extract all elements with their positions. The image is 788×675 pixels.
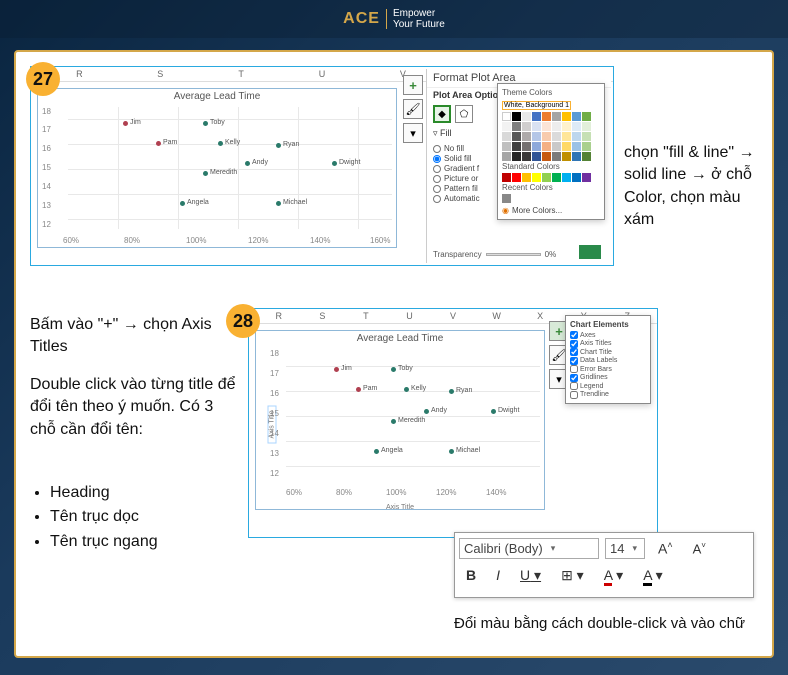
slide-card: 27 RSTUVWX Average Lead Time 18171615141… [14,50,774,658]
fill-line-icon[interactable]: ◆ [433,105,451,123]
branding-header: ACE EmpowerYour Future [0,0,788,38]
logo-divider [386,9,387,29]
instruction-28-c: Đổi màu bằng cách double-click và vào ch… [454,614,754,634]
logo: ACE EmpowerYour Future [343,8,445,30]
point-michael[interactable] [276,201,281,206]
color-picker-popup: Theme Colors White, Background 1 Standar… [497,83,605,220]
color-tooltip: White, Background 1 [502,101,571,110]
step-badge-27: 27 [26,62,60,96]
x-axis-title[interactable]: Axis Title [386,504,414,511]
bold-button[interactable]: B [459,564,483,586]
logo-text: ACE [343,10,380,28]
point-ryan[interactable] [276,143,281,148]
chart-elements-button[interactable]: + [403,75,423,95]
decrease-font-button[interactable]: A˅ [686,538,713,559]
font-color-button[interactable]: A ▾ [636,564,670,587]
increase-font-button[interactable]: A˄ [651,537,680,560]
chart-filter-button[interactable]: ▾ [403,123,423,143]
font-mini-toolbar: Calibri (Body) 14 A˄ A˅ B I U ▾ ⊞ ▾ A ▾ … [454,532,754,598]
point-meredith[interactable] [203,171,208,176]
chart-27[interactable]: Average Lead Time 18171615141312 60%80%1… [37,88,397,248]
more-colors-button[interactable]: ◉More Colors... [502,206,600,215]
font-size-select[interactable]: 14 [605,538,645,559]
instruction-27: chọn "fill & line" → solid line → ở chỗ … [624,142,772,232]
screenshot-27: RSTUVWX Average Lead Time 18171615141312… [30,66,614,266]
point-toby[interactable] [203,121,208,126]
instruction-28-a: Bấm vào "+" → chọn Axis Titles [30,314,230,359]
chart-title-28[interactable]: Average Lead Time [256,331,544,346]
point-andy[interactable] [245,161,250,166]
point-jim[interactable] [123,121,128,126]
format-plot-area-pane: Format Plot Area Plot Area Optio ◆ ⬠ ▿ F… [426,69,611,263]
chart-title[interactable]: Average Lead Time [38,89,396,104]
screenshot-28: RSTUVWXYZ Average Lead Time Axis Title A… [248,308,658,538]
transparency-control[interactable]: Transparency0% [433,250,556,259]
italic-button[interactable]: I [489,564,507,586]
step-badge-28: 28 [226,304,260,338]
point-kelly[interactable] [218,141,223,146]
logo-tagline: EmpowerYour Future [393,8,445,30]
chart-styles-button[interactable]: 🖌 [403,99,423,119]
font-family-select[interactable]: Calibri (Body) [459,538,599,559]
chart-28[interactable]: Average Lead Time Axis Title Axis Title … [255,330,545,510]
point-angela[interactable] [180,201,185,206]
fill-color-button[interactable]: A ▾ [597,564,631,587]
underline-button[interactable]: U ▾ [513,564,548,587]
point-dwight[interactable] [332,161,337,166]
border-button[interactable]: ⊞ ▾ [554,564,591,587]
chart-elements-popup: Chart Elements Axes Axis Titles Chart Ti… [565,315,651,404]
instruction-28-list: HeadingTên trục dọcTên trục ngang [50,482,230,555]
instruction-28-b: Double click vào từng title để đổi tên t… [30,374,240,441]
point-pam[interactable] [156,141,161,146]
effects-icon[interactable]: ⬠ [455,105,473,123]
green-highlight-arrow [579,245,601,259]
